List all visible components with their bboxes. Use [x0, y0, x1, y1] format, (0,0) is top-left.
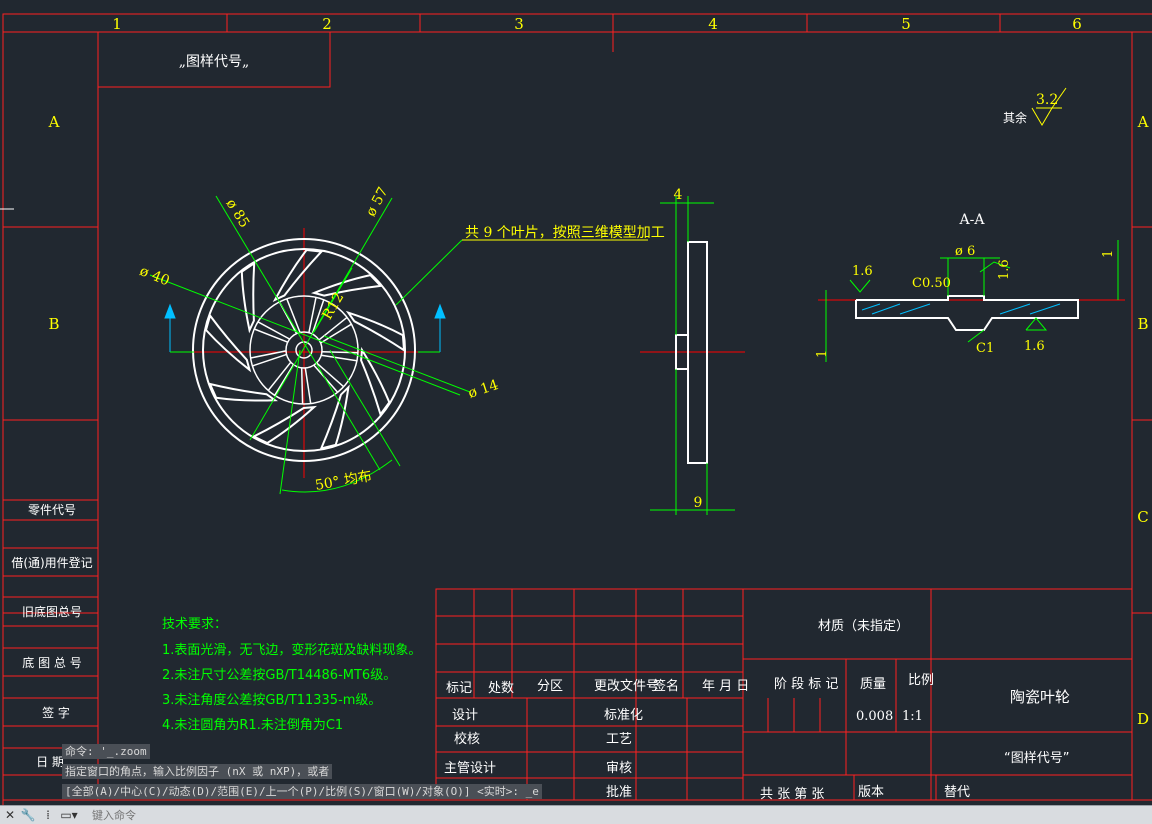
section-a-a: A-A ø 6 1.6 1.6 C0.50 C1 1.6 1 1: [815, 212, 1125, 362]
impeller-side-view: [640, 196, 745, 515]
impeller-blade: [345, 310, 406, 353]
impeller-spoke: [318, 316, 352, 344]
impeller-blade: [208, 382, 278, 402]
section-dim-1a: 1: [815, 350, 830, 358]
tb-hdr-gengai: 更改文件号: [594, 679, 659, 694]
tb-shenhe: 审核: [606, 761, 632, 776]
dim-diameter-40: ø 40: [137, 263, 171, 289]
tb-hdr-date: 年 月 日: [702, 679, 749, 694]
command-bar: ✕ 🔧 ⁞ ▭▾: [0, 805, 1152, 824]
command-prompt-icon[interactable]: ▭▾: [58, 808, 80, 822]
tb-hdr-fenqu: 分区: [537, 679, 563, 694]
tb-zhiliang: 质量: [860, 677, 886, 692]
zone-col-1: 1: [112, 15, 122, 33]
section-rough-1: 1.6: [852, 264, 873, 279]
tech-item-4: 4.未注圆角为R1.未注倒角为C1: [162, 718, 343, 733]
zone-col-6: 6: [1072, 15, 1082, 33]
impeller-spoke: [278, 298, 301, 334]
tb-mass: 0.008: [856, 709, 893, 724]
left-panel-base-no: 底 图 总 号: [22, 655, 81, 670]
zone-col-3: 3: [514, 15, 524, 33]
impeller-blade: [319, 384, 350, 450]
tb-banben: 版本: [858, 785, 884, 800]
left-panel-signature: 签 字: [42, 705, 70, 720]
left-panel-borrow: 借(通)用件登记: [11, 555, 92, 570]
left-panel-part-code: 零件代号: [28, 503, 76, 517]
command-history-line: [全部(A)/中心(C)/动态(D)/范围(E)/上一个(P)/比例(S)/窗口…: [62, 784, 542, 799]
tech-item-1: 1.表面光滑，无飞边，变形花斑及缺料现象。: [162, 642, 421, 658]
section-rough-2: 1.6: [1024, 339, 1045, 354]
zone-row-a-right: A: [1137, 113, 1149, 131]
zone-col-4: 4: [708, 15, 718, 33]
top-left-stamp: „图样代号„: [179, 54, 250, 70]
dim-diameter-14: ø 14: [466, 377, 500, 402]
dim-side-9: 9: [694, 495, 703, 511]
zone-row-d-right: D: [1137, 710, 1149, 728]
tb-zhuguan: 主管设计: [444, 761, 496, 776]
section-chamfer: C0.50: [912, 276, 951, 291]
tb-drawing-no: “图样代号”: [1004, 751, 1069, 766]
tb-scale: 1:1: [902, 709, 923, 724]
tb-pizhun: 批准: [606, 785, 632, 800]
impeller-blade: [310, 274, 383, 297]
tb-biaozhunhua: 标准化: [604, 708, 643, 723]
tb-jieduan: 阶 段 标 记: [774, 677, 838, 692]
zone-row-b-left: B: [48, 315, 59, 333]
impeller-blade: [204, 313, 252, 373]
tb-gongyi: 工艺: [606, 732, 632, 747]
close-icon[interactable]: ✕: [2, 808, 18, 822]
tb-sheji: 设计: [452, 708, 478, 723]
blade-note: 共 9 个叶片，按照三维模型加工: [465, 225, 665, 241]
roughness-value: 3.2: [1036, 92, 1058, 108]
impeller-blade: [240, 261, 256, 334]
impeller-spoke: [300, 367, 312, 405]
cad-drawing-canvas[interactable]: 1 2 3 4 5 6 2 3 4 5 6 A B A B C D „图样代号„…: [0, 0, 1152, 823]
impeller-spoke: [253, 321, 291, 343]
section-dim-1b: 1: [1101, 250, 1116, 258]
section-dim-16: 1.6: [997, 259, 1012, 280]
tb-material: 材质（未指定）: [818, 619, 909, 634]
roughness-label: 其余: [1003, 110, 1027, 125]
zone-row-c-right: C: [1137, 508, 1148, 526]
dim-side-4: 4: [674, 187, 683, 203]
wrench-icon[interactable]: 🔧: [20, 808, 36, 822]
tech-item-3: 3.未注角度公差按GB/T11335-m级。: [162, 692, 381, 708]
tech-title: 技术要求：: [162, 617, 227, 632]
dim-diameter-57: ø 57: [363, 185, 392, 220]
zone-row-b-right: B: [1137, 315, 1148, 333]
command-input[interactable]: [92, 808, 1092, 822]
section-title: A-A: [959, 212, 986, 228]
section-dim-diameter-6: ø 6: [955, 244, 975, 259]
zone-row-a-left: A: [48, 113, 60, 131]
tb-hdr-chushu: 处数: [488, 681, 514, 696]
technical-requirements: 技术要求： 1.表面光滑，无飞边，变形花斑及缺料现象。 2.未注尺寸公差按GB/…: [162, 617, 421, 733]
command-history-line: 指定窗口的角点，输入比例因子 (nX 或 nXP)，或者: [62, 764, 333, 779]
section-c1: C1: [976, 341, 994, 356]
command-history-line: 命令: '_.zoom: [62, 744, 150, 759]
tb-part-name: 陶瓷叶轮: [1010, 688, 1070, 706]
zone-col-2: 2: [322, 15, 332, 33]
impeller-spoke: [250, 350, 287, 367]
impeller-front-view: [149, 195, 471, 495]
tech-item-2: 2.未注尺寸公差按GB/T14486-MT6级。: [162, 668, 396, 683]
tb-hdr-biaoji: 标记: [446, 681, 472, 696]
dim-angle-50: 50° 均布: [314, 468, 373, 494]
tb-tidai: 替代: [944, 785, 970, 800]
left-panel-date: 日 期: [36, 755, 64, 769]
tb-sheets: 共 张 第 张: [760, 787, 824, 802]
impeller-blade: [251, 405, 317, 445]
tb-bili: 比例: [908, 673, 934, 688]
tb-jiaohe: 校核: [454, 731, 480, 747]
separator-icon: ⁞: [46, 808, 50, 822]
impeller-spoke: [267, 361, 295, 396]
left-panel-old-no: 旧底图总号: [22, 604, 82, 619]
tb-hdr-qianming: 签名: [653, 678, 679, 694]
zone-col-5: 5: [901, 15, 911, 33]
